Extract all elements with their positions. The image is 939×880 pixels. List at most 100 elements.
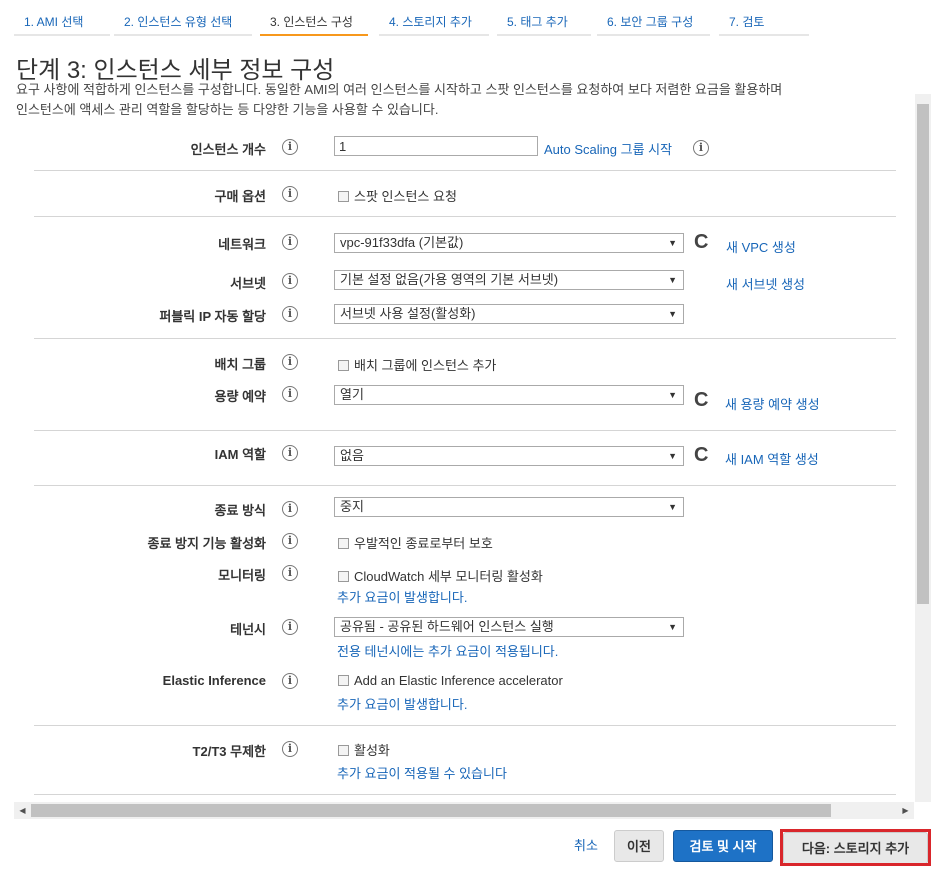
new-capacity-link[interactable]: 새 용량 예약 생성 bbox=[725, 394, 820, 413]
chevron-down-icon: ▼ bbox=[668, 238, 677, 248]
intro-line-1: 요구 사항에 적합하게 인스턴스를 구성합니다. 동일한 AMI의 여러 인스턴… bbox=[16, 82, 783, 97]
tenancy-charges-note[interactable]: 전용 테넌시에는 추가 요금이 적용됩니다. bbox=[337, 641, 558, 660]
t2t3-info-icon[interactable]: i bbox=[282, 741, 298, 757]
divider bbox=[34, 485, 896, 486]
network-select[interactable]: vpc-91f33dfa (기본값) ▼ bbox=[334, 233, 684, 253]
subnet-value: 기본 설정 없음(가용 영역의 기본 서브넷) bbox=[340, 272, 559, 287]
horizontal-scrollbar[interactable]: ◀ ▶ bbox=[14, 802, 914, 819]
monitoring-info-icon[interactable]: i bbox=[282, 565, 298, 581]
capacity-value: 열기 bbox=[340, 387, 364, 402]
checkbox-box[interactable] bbox=[338, 538, 349, 549]
termination-checkbox[interactable]: 우발적인 종료로부터 보호 bbox=[338, 533, 493, 552]
review-launch-button[interactable]: 검토 및 시작 bbox=[673, 830, 773, 862]
divider bbox=[34, 725, 896, 726]
cancel-button[interactable]: 취소 bbox=[566, 830, 606, 862]
new-iam-link[interactable]: 새 IAM 역할 생성 bbox=[725, 449, 819, 468]
elastic-info-icon[interactable]: i bbox=[282, 673, 298, 689]
refresh-icon[interactable]: C bbox=[694, 390, 708, 410]
public-ip-value: 서브넷 사용 설정(활성화) bbox=[340, 306, 476, 321]
tab-ami[interactable]: 1. AMI 선택 bbox=[14, 0, 110, 36]
divider bbox=[34, 338, 896, 339]
horizontal-scroll-thumb[interactable] bbox=[31, 804, 831, 817]
divider bbox=[34, 216, 896, 217]
iam-value: 없음 bbox=[340, 448, 364, 463]
refresh-icon[interactable]: C bbox=[694, 445, 708, 465]
checkbox-box[interactable] bbox=[338, 675, 349, 686]
termination-protection-label: 종료 방지 기능 활성화 bbox=[147, 536, 266, 551]
monitoring-checkbox[interactable]: CloudWatch 세부 모니터링 활성화 bbox=[338, 566, 543, 585]
checkbox-box[interactable] bbox=[338, 745, 349, 756]
public-ip-select[interactable]: 서브넷 사용 설정(활성화) ▼ bbox=[334, 304, 684, 324]
subnet-info-icon[interactable]: i bbox=[282, 273, 298, 289]
tenancy-value: 공유됨 - 공유된 하드웨어 인스턴스 실행 bbox=[340, 619, 554, 634]
intro-line-2: 인스턴스에 액세스 관리 역할을 할당하는 등 다양한 기능을 사용할 수 있습… bbox=[16, 102, 439, 117]
t2t3-checkbox-label: 활성화 bbox=[354, 743, 390, 758]
elastic-charges-note[interactable]: 추가 요금이 발생합니다. bbox=[337, 694, 467, 713]
instance-count-input[interactable] bbox=[334, 136, 538, 156]
shutdown-select[interactable]: 중지 ▼ bbox=[334, 497, 684, 517]
new-subnet-link[interactable]: 새 서브넷 생성 bbox=[726, 274, 805, 293]
chevron-down-icon: ▼ bbox=[668, 275, 677, 285]
capacity-info-icon[interactable]: i bbox=[282, 386, 298, 402]
t2t3-checkbox[interactable]: 활성화 bbox=[338, 740, 390, 759]
instance-count-label: 인스턴스 개수 bbox=[190, 142, 266, 157]
capacity-select[interactable]: 열기 ▼ bbox=[334, 385, 684, 405]
termination-info-icon[interactable]: i bbox=[282, 533, 298, 549]
tenancy-label: 테넌시 bbox=[230, 622, 266, 637]
subnet-label: 서브넷 bbox=[230, 276, 266, 291]
spot-instance-label: 스팟 인스턴스 요청 bbox=[354, 189, 457, 204]
public-ip-info-icon[interactable]: i bbox=[282, 306, 298, 322]
highlight-box bbox=[780, 829, 931, 866]
checkbox-box[interactable] bbox=[338, 191, 349, 202]
purchase-option-label: 구매 옵션 bbox=[214, 189, 266, 204]
chevron-down-icon: ▼ bbox=[668, 451, 677, 461]
tab-add-tags[interactable]: 5. 태그 추가 bbox=[497, 0, 591, 36]
auto-scaling-info-icon[interactable]: i bbox=[693, 140, 709, 156]
placement-group-checkbox-label: 배치 그룹에 인스턴스 추가 bbox=[354, 358, 497, 373]
chevron-down-icon: ▼ bbox=[668, 622, 677, 632]
page-intro: 요구 사항에 적합하게 인스턴스를 구성합니다. 동일한 AMI의 여러 인스턴… bbox=[16, 80, 916, 120]
chevron-down-icon: ▼ bbox=[668, 390, 677, 400]
tenancy-select[interactable]: 공유됨 - 공유된 하드웨어 인스턴스 실행 ▼ bbox=[334, 617, 684, 637]
t2t3-charges-note[interactable]: 추가 요금이 적용될 수 있습니다 bbox=[337, 763, 507, 782]
placement-group-checkbox[interactable]: 배치 그룹에 인스턴스 추가 bbox=[338, 355, 496, 374]
elastic-inference-checkbox[interactable]: Add an Elastic Inference accelerator bbox=[338, 673, 563, 688]
public-ip-label: 퍼블릭 IP 자동 할당 bbox=[159, 309, 266, 324]
shutdown-info-icon[interactable]: i bbox=[282, 501, 298, 517]
tab-security-group[interactable]: 6. 보안 그룹 구성 bbox=[597, 0, 710, 36]
elastic-inference-label: Elastic Inference bbox=[162, 673, 266, 688]
chevron-down-icon: ▼ bbox=[668, 309, 677, 319]
scroll-left-icon[interactable]: ◀ bbox=[14, 802, 31, 819]
network-info-icon[interactable]: i bbox=[282, 234, 298, 250]
subnet-select[interactable]: 기본 설정 없음(가용 영역의 기본 서브넷) ▼ bbox=[334, 270, 684, 290]
spot-instance-checkbox[interactable]: 스팟 인스턴스 요청 bbox=[338, 186, 457, 205]
vertical-scroll-thumb[interactable] bbox=[917, 104, 929, 604]
capacity-reservation-label: 용량 예약 bbox=[214, 389, 266, 404]
placement-info-icon[interactable]: i bbox=[282, 354, 298, 370]
purchase-info-icon[interactable]: i bbox=[282, 186, 298, 202]
network-value: vpc-91f33dfa (기본값) bbox=[340, 235, 464, 250]
monitoring-label: 모니터링 bbox=[218, 568, 266, 583]
monitoring-charges-note[interactable]: 추가 요금이 발생합니다. bbox=[337, 587, 467, 606]
iam-info-icon[interactable]: i bbox=[282, 445, 298, 461]
tab-instance-type[interactable]: 2. 인스턴스 유형 선택 bbox=[114, 0, 252, 36]
divider bbox=[34, 430, 896, 431]
vertical-scrollbar[interactable] bbox=[915, 94, 931, 802]
tab-add-storage[interactable]: 4. 스토리지 추가 bbox=[379, 0, 489, 36]
termination-checkbox-label: 우발적인 종료로부터 보호 bbox=[354, 536, 493, 551]
auto-scaling-link[interactable]: Auto Scaling 그룹 시작 bbox=[544, 139, 672, 158]
t2t3-unlimited-label: T2/T3 무제한 bbox=[192, 744, 266, 759]
previous-button[interactable]: 이전 bbox=[614, 830, 664, 862]
new-vpc-link[interactable]: 새 VPC 생성 bbox=[726, 237, 796, 256]
checkbox-box[interactable] bbox=[338, 360, 349, 371]
divider bbox=[34, 794, 896, 795]
refresh-icon[interactable]: C bbox=[694, 232, 708, 252]
tenancy-info-icon[interactable]: i bbox=[282, 619, 298, 635]
scroll-right-icon[interactable]: ▶ bbox=[897, 802, 914, 819]
instance-count-info-icon[interactable]: i bbox=[282, 139, 298, 155]
tab-configure-instance[interactable]: 3. 인스턴스 구성 bbox=[260, 0, 368, 36]
iam-select[interactable]: 없음 ▼ bbox=[334, 446, 684, 466]
placement-group-label: 배치 그룹 bbox=[214, 357, 266, 372]
checkbox-box[interactable] bbox=[338, 571, 349, 582]
tab-review[interactable]: 7. 검토 bbox=[719, 0, 809, 36]
